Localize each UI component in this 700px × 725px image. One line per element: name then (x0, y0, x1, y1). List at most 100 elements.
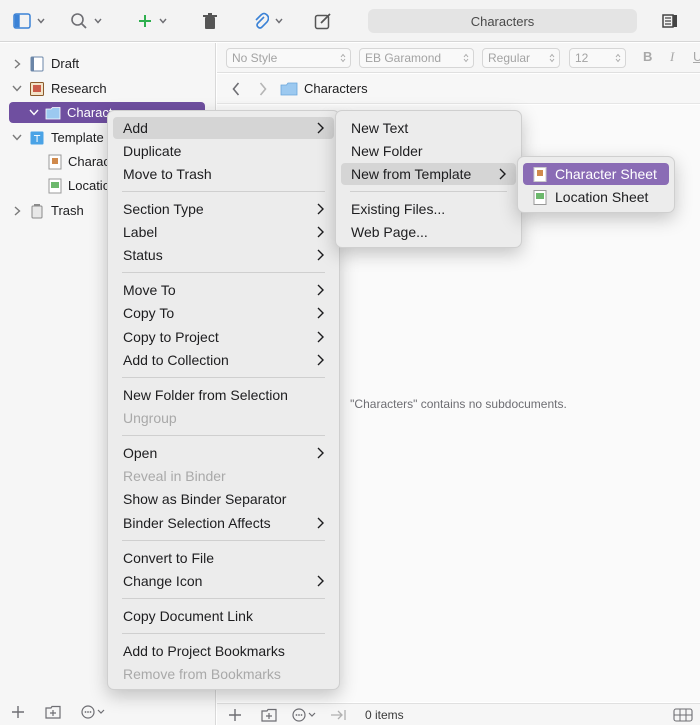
submenu-arrow-icon (317, 331, 324, 343)
submenu-arrow-icon (317, 203, 324, 215)
disclosure-right-icon[interactable] (12, 205, 22, 216)
font-weight-value: Regular (488, 51, 531, 65)
paperclip-icon (255, 12, 269, 29)
menu-item-show-as-binder-separator[interactable]: Show as Binder Separator (113, 488, 334, 510)
attachment-button[interactable] (253, 9, 283, 33)
add-icon[interactable] (228, 708, 242, 722)
menu-item-convert-to-file[interactable]: Convert to File (113, 547, 334, 569)
submenu-arrow-icon (317, 307, 324, 319)
document-title-field[interactable]: Characters (368, 9, 637, 33)
menu-item-existing-files[interactable]: Existing Files... (341, 198, 516, 220)
location-sheet-icon (48, 178, 62, 193)
research-folder-icon (30, 81, 44, 96)
folder-icon (45, 107, 61, 120)
binder-item-label: Template (51, 130, 104, 145)
binder-item-label: Charact (67, 105, 113, 120)
menu-item-status[interactable]: Status (113, 244, 334, 266)
add-folder-icon[interactable] (261, 708, 277, 722)
view-mode-button[interactable] (13, 9, 45, 33)
disclosure-right-icon[interactable] (12, 58, 22, 69)
menu-item-new-folder[interactable]: New Folder (341, 140, 516, 162)
forward-arrow-icon[interactable] (259, 82, 267, 96)
menu-item-copy-to[interactable]: Copy To (113, 302, 334, 324)
editor-footer: 0 items (217, 703, 700, 725)
svg-text:T: T (33, 134, 41, 145)
location-sheet-icon (533, 189, 547, 205)
compose-button[interactable] (314, 9, 332, 33)
menu-item-binder-selection-affects[interactable]: Binder Selection Affects (113, 512, 334, 534)
underline-button[interactable]: U (693, 49, 700, 64)
template-folder-icon: T (30, 131, 44, 145)
menu-item-add[interactable]: Add (113, 117, 334, 139)
stepper-arrows-icon (463, 53, 469, 63)
font-size-value: 12 (575, 51, 589, 65)
menu-item-copy-to-project[interactable]: Copy to Project (113, 326, 334, 348)
search-icon (71, 13, 87, 29)
stepper-arrows-icon (340, 53, 346, 63)
items-count: 0 items (365, 708, 404, 722)
add-folder-icon[interactable] (45, 705, 61, 719)
menu-item-web-page[interactable]: Web Page... (341, 221, 516, 243)
chevron-down-icon (37, 18, 45, 24)
submenu-arrow-icon (317, 354, 324, 366)
menu-item-add-to-project-bookmarks[interactable]: Add to Project Bookmarks (113, 640, 334, 662)
menu-item-section-type[interactable]: Section Type (113, 198, 334, 220)
trash-button[interactable] (202, 9, 218, 33)
menu-item-ungroup: Ungroup (123, 410, 177, 426)
submenu-arrow-icon (317, 249, 324, 261)
menu-separator (122, 191, 325, 192)
submenu-arrow-icon (317, 517, 324, 529)
submenu-arrow-icon (317, 226, 324, 238)
menu-item-character-sheet[interactable]: Character Sheet (523, 163, 669, 185)
chevron-down-icon (94, 18, 102, 24)
add-icon[interactable] (11, 705, 25, 719)
menu-item-change-icon[interactable]: Change Icon (113, 570, 334, 592)
goto-icon[interactable] (330, 708, 348, 722)
disclosure-down-icon[interactable] (12, 133, 22, 143)
menu-item-location-sheet[interactable]: Location Sheet (523, 186, 669, 208)
submenu-arrow-icon (317, 122, 324, 134)
draft-folder-icon (30, 56, 44, 71)
menu-item-move-to[interactable]: Move To (113, 279, 334, 301)
add-submenu: New Text New Folder New from Template Ex… (335, 110, 522, 248)
disclosure-down-icon[interactable] (29, 108, 39, 118)
menu-item-remove-from-bookmarks: Remove from Bookmarks (123, 666, 281, 682)
compose-icon (314, 13, 331, 30)
menu-item-label[interactable]: Label (113, 221, 334, 243)
submenu-arrow-icon (317, 284, 324, 296)
binder-item-draft[interactable]: Draft (0, 52, 216, 75)
font-select[interactable]: EB Garamond (359, 48, 474, 68)
bold-button[interactable]: B (643, 49, 652, 64)
more-actions-icon[interactable] (81, 705, 107, 719)
back-arrow-icon[interactable] (232, 82, 240, 96)
menu-item-new-folder-from-selection[interactable]: New Folder from Selection (113, 384, 334, 406)
navigation-bar: Characters (217, 74, 700, 104)
menu-item-open[interactable]: Open (113, 442, 334, 464)
italic-button[interactable]: I (670, 49, 674, 65)
menu-item-new-text[interactable]: New Text (341, 117, 516, 139)
font-weight-select[interactable]: Regular (482, 48, 560, 68)
menu-item-duplicate[interactable]: Duplicate (113, 140, 334, 162)
binder-item-label: Charac (68, 154, 110, 169)
font-size-select[interactable]: 12 (569, 48, 626, 68)
binder-item-label: Locatio (68, 178, 110, 193)
search-button[interactable] (70, 9, 102, 33)
plus-icon (139, 15, 151, 27)
more-actions-icon[interactable] (292, 708, 318, 722)
menu-item-new-from-template[interactable]: New from Template (341, 163, 516, 185)
chevron-down-icon (275, 18, 283, 24)
add-button[interactable] (137, 9, 167, 33)
disclosure-down-icon[interactable] (12, 84, 22, 94)
menu-separator (122, 377, 325, 378)
stepper-arrows-icon (549, 53, 555, 63)
binder-item-research[interactable]: Research (0, 77, 216, 100)
format-bar: No Style EB Garamond Regular 12 B I U (217, 43, 700, 73)
menu-item-copy-document-link[interactable]: Copy Document Link (113, 605, 334, 627)
menu-item-add-to-collection[interactable]: Add to Collection (113, 349, 334, 371)
menu-separator (122, 272, 325, 273)
layout-toggle-icon[interactable] (673, 708, 693, 722)
binder-item-label: Draft (51, 56, 80, 71)
style-select[interactable]: No Style (226, 48, 351, 68)
menu-item-move-to-trash[interactable]: Move to Trash (113, 163, 334, 185)
inspector-button[interactable] (662, 9, 678, 33)
